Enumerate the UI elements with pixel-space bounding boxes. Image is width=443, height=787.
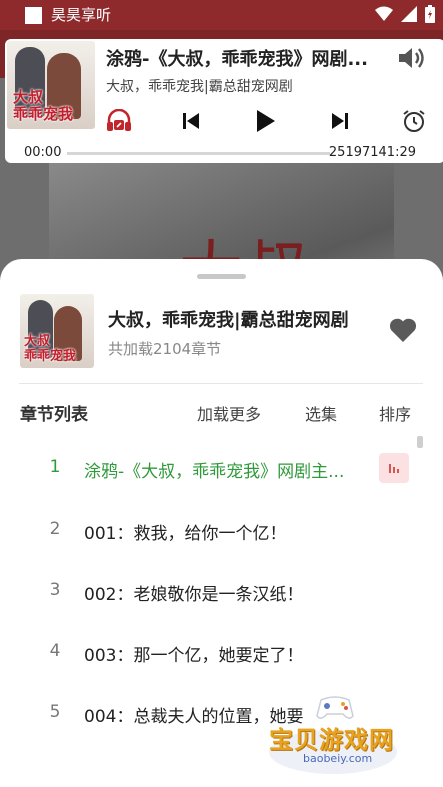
status-icons (375, 5, 435, 23)
chapter-row[interactable]: 4 003：那一个亿，她要定了！ (0, 623, 443, 683)
volume-icon[interactable] (397, 45, 427, 71)
chapter-title: 001：救我，给你一个亿！ (84, 524, 287, 544)
player-track-title: 涂鸦-《大叔，乖乖宠我》网剧... (106, 49, 368, 70)
wifi-icon (375, 6, 393, 21)
sort-button[interactable]: 排序 (379, 401, 411, 425)
cover-caption-line2: 乖乖宠我 (24, 349, 77, 364)
chapter-row[interactable]: 2 001：救我，给你一个亿！ (0, 501, 443, 561)
previous-button[interactable] (181, 109, 201, 133)
status-app-name: 昊昊享听 (51, 6, 112, 24)
next-button[interactable] (330, 109, 350, 133)
alarm-clock-icon (403, 110, 425, 132)
battery-icon (425, 5, 435, 23)
chapter-number: 2 (49, 519, 61, 539)
chapter-row[interactable]: 3 002：老娘敬你是一条汉纸！ (0, 562, 443, 622)
alarm-button[interactable] (401, 109, 427, 133)
current-time: 00:00 (24, 145, 62, 160)
chapter-title: 003：那一个亿，她要定了！ (84, 646, 304, 666)
headphone-timer-icon (107, 109, 131, 131)
now-playing-icon (379, 453, 409, 483)
select-episode-button[interactable]: 选集 (305, 401, 337, 425)
skip-previous-icon (183, 113, 199, 129)
cover-caption-line2: 乖乖宠我 (13, 105, 74, 123)
favorite-heart-icon[interactable] (389, 317, 417, 343)
load-more-button[interactable]: 加载更多 (197, 401, 261, 425)
cover-caption: 大叔 乖乖宠我 (13, 89, 73, 123)
chapter-number: 5 (49, 702, 61, 722)
album-cover-thumbnail: 大叔 乖乖宠我 (20, 294, 94, 368)
gamepad-icon (316, 696, 354, 719)
cover-caption-line1: 大叔 (13, 88, 44, 106)
player-album-name: 大叔，乖乖宠我|霸总甜宠网剧 (106, 79, 293, 95)
chapter-title: 涂鸦-《大叔，乖乖宠我》网剧主... (84, 462, 345, 482)
album-title: 大叔，乖乖宠我|霸总甜宠网剧 (108, 310, 349, 331)
cover-caption: 大叔 乖乖宠我 (24, 334, 76, 364)
skip-next-icon (332, 113, 348, 129)
chapter-list-title: 章节列表 (20, 405, 88, 425)
divider (19, 383, 423, 384)
play-icon (257, 110, 275, 132)
signal-icon (401, 6, 417, 22)
chapter-number: 1 (49, 457, 61, 477)
sheet-drag-handle[interactable] (197, 274, 246, 279)
watermark: 宝贝游戏网 baobeiy.com (263, 690, 413, 780)
watermark-url: baobeiy.com (303, 752, 373, 765)
cover-caption-line1: 大叔 (24, 334, 51, 349)
play-button[interactable] (255, 109, 277, 133)
chapter-number: 4 (49, 641, 61, 661)
watermark-text: 宝贝游戏网 (269, 726, 394, 754)
player-cover-thumbnail[interactable]: 大叔 乖乖宠我 (7, 41, 95, 129)
chapter-count: 共加载2104章节 (108, 340, 222, 358)
seek-bar[interactable] (67, 152, 330, 155)
chapter-row[interactable]: 1 涂鸦-《大叔，乖乖宠我》网剧主... (0, 439, 443, 499)
status-bar: 昊昊享听 (0, 0, 443, 30)
app-notification-icon (25, 7, 42, 24)
mini-player: 大叔 乖乖宠我 涂鸦-《大叔，乖乖宠我》网剧... 大叔，乖乖宠我|霸总甜宠网剧 (5, 39, 443, 163)
total-time: 25197141:29 (328, 145, 416, 160)
chapter-number: 3 (49, 580, 61, 600)
chapter-title: 002：老娘敬你是一条汉纸！ (84, 585, 304, 605)
sleep-timer-button[interactable] (105, 109, 133, 133)
equalizer-icon (389, 464, 399, 473)
